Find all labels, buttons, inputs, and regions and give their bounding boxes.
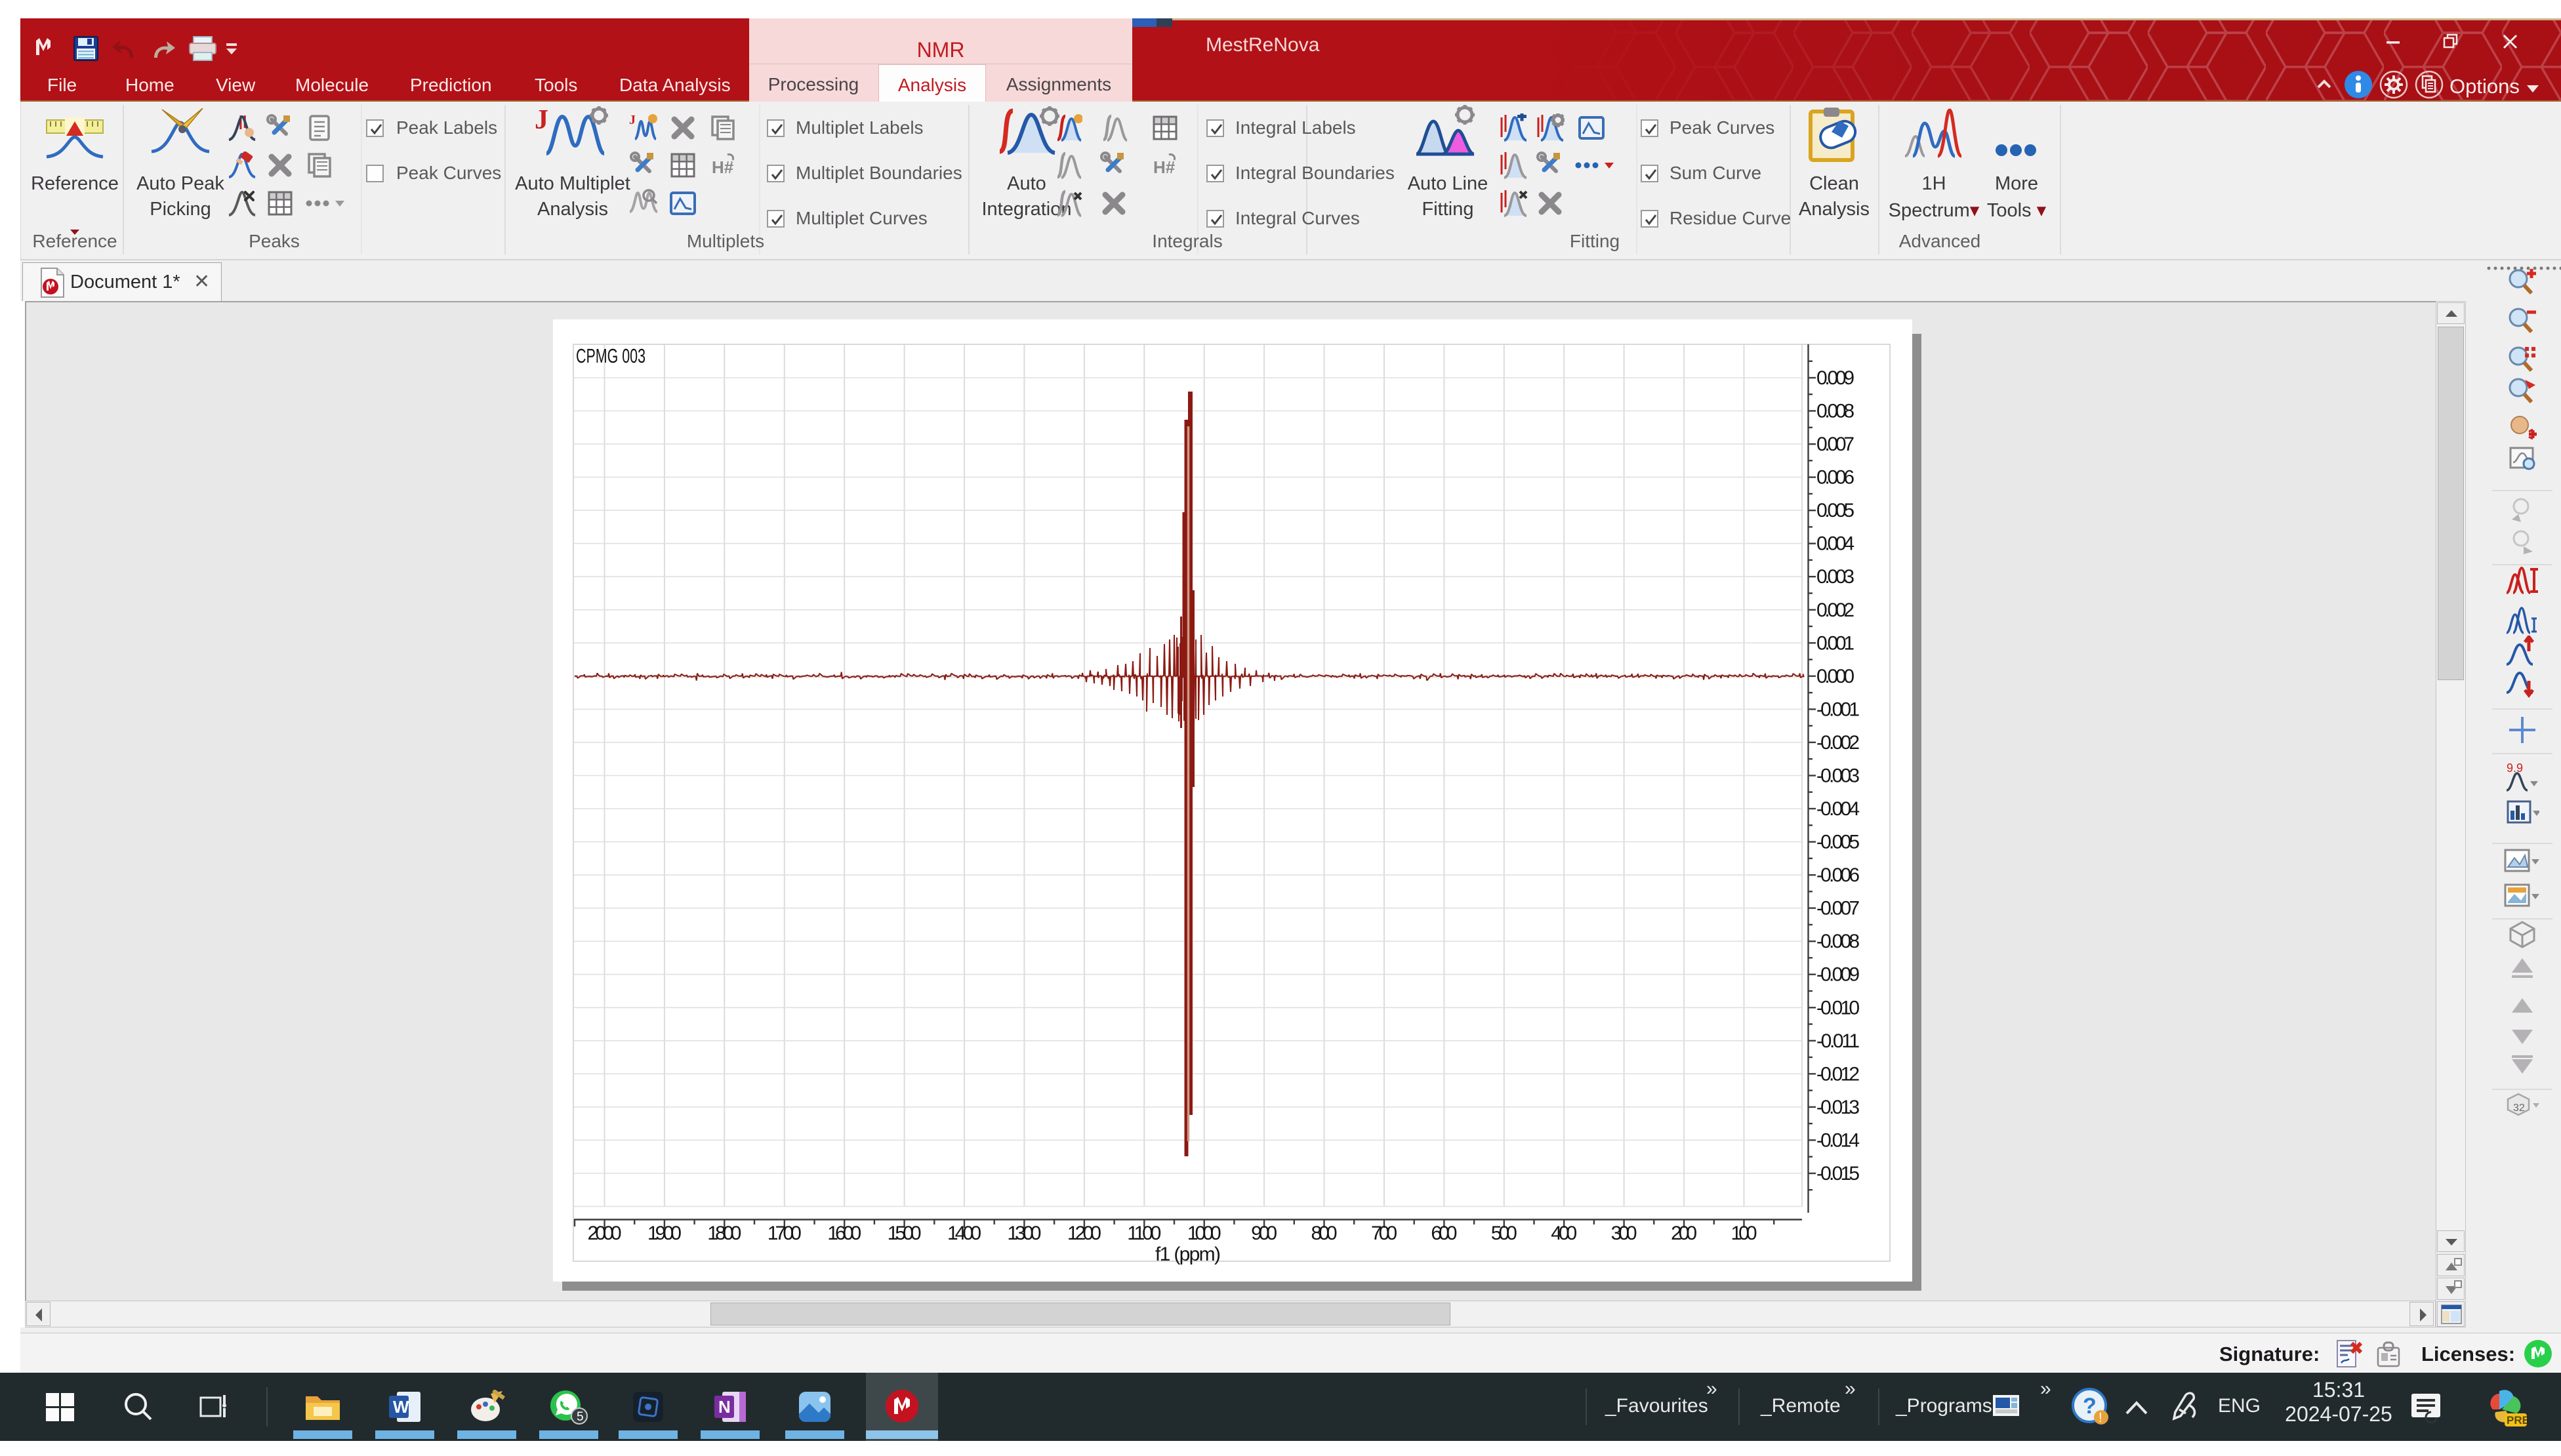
svg-text:H#: H# [712,157,734,177]
svg-text:1900: 1900 [647,1223,682,1244]
svg-text:0.008: 0.008 [1816,401,1854,422]
svg-text:-0.011: -0.011 [1816,1030,1860,1052]
svg-text:600: 600 [1431,1223,1457,1244]
svg-text:-0.004: -0.004 [1816,798,1860,820]
svg-text:500: 500 [1491,1223,1517,1244]
svg-text:-0.006: -0.006 [1816,864,1860,886]
svg-text:-0.015: -0.015 [1816,1163,1860,1184]
svg-text:-0.013: -0.013 [1816,1097,1860,1118]
svg-text:1400: 1400 [947,1223,981,1244]
svg-text:0.000: 0.000 [1816,666,1854,687]
svg-text:f1 (ppm): f1 (ppm) [1155,1244,1221,1265]
svg-text:-0.012: -0.012 [1816,1063,1860,1085]
svg-text:-0.010: -0.010 [1816,997,1860,1019]
svg-text:1800: 1800 [707,1223,741,1244]
svg-text:1700: 1700 [768,1223,802,1244]
svg-text:32: 32 [2513,1102,2525,1114]
svg-text:0.009: 0.009 [1816,367,1854,389]
svg-text:0.004: 0.004 [1816,533,1854,555]
svg-text:300: 300 [1611,1223,1637,1244]
svg-text:2000: 2000 [588,1223,622,1244]
svg-text:-0.009: -0.009 [1816,964,1860,986]
svg-text:0.005: 0.005 [1816,500,1854,521]
svg-text:0.002: 0.002 [1816,599,1854,621]
svg-text:-0.007: -0.007 [1816,898,1860,920]
svg-text:9.9: 9.9 [2507,761,2523,775]
svg-text:1600: 1600 [827,1223,861,1244]
svg-text:-0.005: -0.005 [1816,832,1860,853]
svg-text:-0.014: -0.014 [1816,1129,1860,1151]
svg-text:-0.003: -0.003 [1816,765,1860,787]
svg-text:CPMG 003: CPMG 003 [576,344,645,367]
svg-text:J: J [629,113,636,127]
svg-text:700: 700 [1371,1223,1397,1244]
svg-text:100: 100 [1731,1223,1757,1244]
svg-text:-0.008: -0.008 [1816,931,1860,952]
svg-text:!: ! [2099,1411,2102,1425]
svg-text:200: 200 [1671,1223,1697,1244]
svg-text:1200: 1200 [1067,1223,1101,1244]
svg-text:800: 800 [1311,1223,1338,1244]
svg-text:J: J [535,106,548,135]
svg-text:H#: H# [1153,157,1176,177]
svg-text:900: 900 [1251,1223,1277,1244]
svg-text:5: 5 [577,1410,584,1424]
svg-text:1000: 1000 [1187,1223,1221,1244]
svg-text:1100: 1100 [1127,1223,1161,1244]
svg-text:N: N [718,1397,731,1417]
svg-text:1500: 1500 [888,1223,922,1244]
svg-text:0.003: 0.003 [1816,566,1854,588]
svg-text:0.001: 0.001 [1816,632,1854,654]
svg-text:1300: 1300 [1007,1223,1041,1244]
svg-text:-0.002: -0.002 [1816,732,1860,754]
svg-text:0.007: 0.007 [1816,434,1854,455]
svg-text:0.006: 0.006 [1816,467,1854,489]
svg-text:PRE: PRE [2507,1414,2527,1426]
svg-text:-0.001: -0.001 [1816,698,1860,720]
svg-text:W: W [393,1397,409,1417]
svg-text:400: 400 [1551,1223,1577,1244]
